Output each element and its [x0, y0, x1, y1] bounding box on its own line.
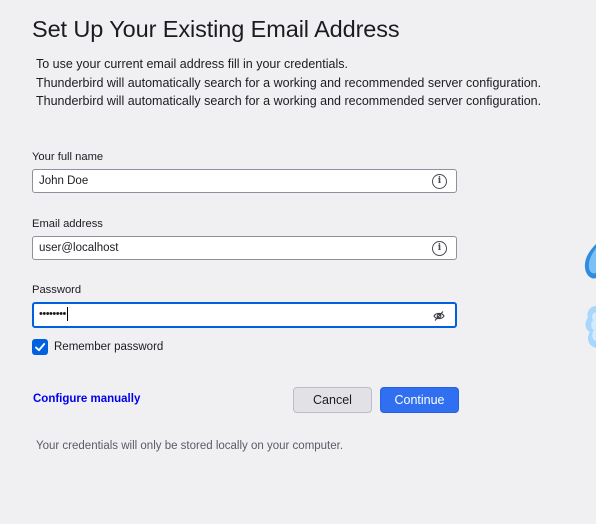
intro-line-2: Thunderbird will automatically search fo… [36, 75, 542, 90]
full-name-value: John Doe [39, 175, 89, 187]
cancel-button[interactable]: Cancel [293, 387, 372, 413]
intro-line-3: Thunderbird will automatically search fo… [36, 94, 542, 109]
credentials-footnote: Your credentials will only be stored loc… [36, 440, 344, 452]
eye-slash-icon[interactable] [433, 309, 445, 329]
password-value: •••••••• [39, 308, 66, 320]
configure-manually-link[interactable]: Configure manually [33, 393, 140, 405]
illustration-icon [584, 244, 596, 348]
intro-text: To use your current email address fill i… [36, 55, 541, 111]
full-name-input[interactable]: John Doe i [32, 169, 457, 193]
full-name-label: Your full name [32, 151, 104, 163]
intro-line-1: To use your current email address fill i… [36, 57, 348, 71]
text-caret [66, 307, 68, 321]
account-setup-page: Set Up Your Existing Email Address To us… [0, 0, 596, 524]
remember-password-checkbox[interactable] [32, 338, 48, 355]
info-icon[interactable]: i [432, 241, 447, 256]
email-input[interactable]: user@localhost i [32, 236, 457, 260]
checkmark-icon [35, 342, 46, 351]
password-label: Password [32, 284, 82, 296]
remember-password-label: Remember password [54, 340, 164, 353]
password-input[interactable]: •••••••• [32, 302, 457, 328]
page-title: Set Up Your Existing Email Address [32, 16, 400, 42]
email-label: Email address [32, 218, 103, 230]
email-value: user@localhost [39, 242, 119, 254]
info-icon[interactable]: i [432, 174, 447, 189]
continue-button[interactable]: Continue [380, 387, 459, 413]
remember-password-row[interactable]: Remember password [32, 338, 163, 355]
